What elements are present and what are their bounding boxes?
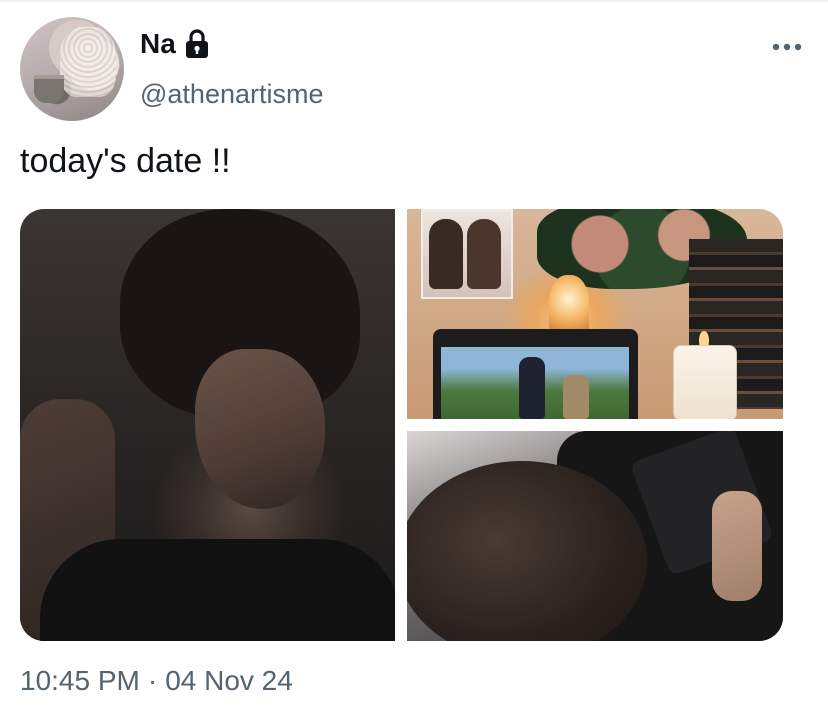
more-options-button[interactable]: [772, 36, 802, 58]
photo-face-shape: [195, 349, 325, 509]
media-photo-3[interactable]: [407, 431, 783, 641]
avatar[interactable]: [20, 17, 124, 121]
lock-icon: [184, 29, 210, 59]
user-handle[interactable]: @athenartisme: [140, 78, 324, 110]
photo-hand-shape: [712, 491, 762, 601]
top-divider: [0, 0, 828, 2]
photo-laptop-screen: [441, 347, 629, 419]
media-photo-2[interactable]: [407, 209, 783, 419]
timestamp-separator: ·: [147, 665, 158, 696]
media-grid: [20, 209, 783, 641]
photo-salt-lamp: [549, 275, 589, 335]
photo-shirt-shape: [40, 539, 395, 641]
tweet-date: 04 Nov 24: [165, 665, 293, 696]
photo-candle: [673, 345, 737, 419]
laptop-screen-figure: [519, 357, 545, 419]
tweet-time: 10:45 PM: [20, 665, 140, 696]
media-photo-1[interactable]: [20, 209, 395, 641]
tweet-timestamp[interactable]: 10:45 PM · 04 Nov 24: [20, 665, 293, 697]
photo-laptop: [433, 329, 638, 419]
photo-pinned-picture: [421, 209, 513, 299]
display-name[interactable]: Na: [140, 28, 176, 60]
laptop-screen-figure: [563, 375, 589, 419]
pinned-picture-figure: [467, 219, 501, 289]
pinned-picture-figure: [429, 219, 463, 289]
avatar-lace-detail: [60, 27, 116, 97]
tweet-text: today's date !!: [20, 142, 231, 180]
more-horizontal-icon: [772, 43, 802, 51]
avatar-cup-detail: [34, 75, 64, 103]
author-name-row: Na: [140, 28, 210, 60]
